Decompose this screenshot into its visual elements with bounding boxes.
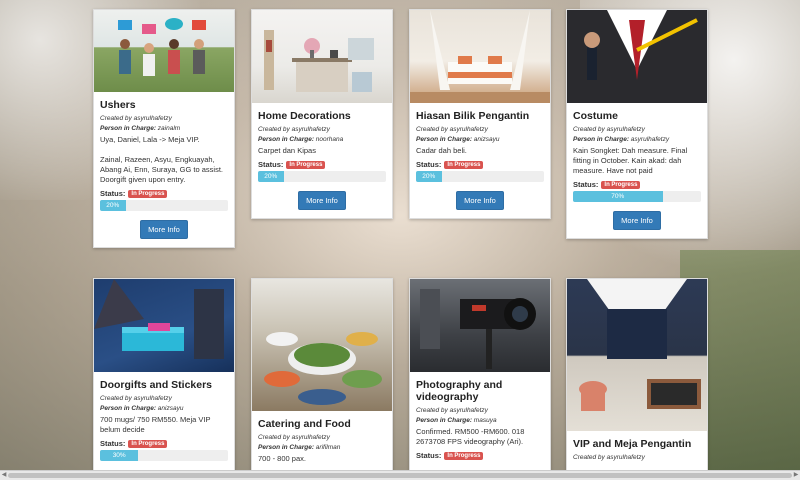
progress-fill: 20% [100, 200, 126, 211]
pic-value: zainalm [157, 125, 181, 132]
pic-label: Person in Charge: [258, 136, 314, 143]
scroll-left-arrow-icon[interactable]: ◀ [0, 471, 8, 480]
card-title: Photography and videography [416, 379, 503, 403]
status-label: Status: [416, 451, 442, 460]
status-badge: In Progress [444, 160, 484, 169]
card-image [94, 10, 234, 92]
pic-value: asyrulhafetzy [630, 136, 670, 143]
progress-fill: 30% [100, 450, 139, 461]
task-card-home-decorations: Home Decorations Created by asyrulhafetz… [251, 9, 393, 219]
task-card-costume: Costume Created by asyrulhafetzy Person … [566, 9, 708, 239]
progress-fill: 20% [258, 171, 284, 182]
card-title: VIP and Meja Pengantin [573, 438, 692, 450]
card-creator: Created by asyrulhafetzy [416, 407, 488, 414]
progress-bar: 70% [573, 191, 701, 202]
card-title: Home Decorations [258, 110, 351, 122]
card-creator: Created by asyrulhafetzy [573, 126, 645, 133]
card-description: Kain Songket: Dah measure. Final fitting… [573, 146, 688, 175]
card-title: Ushers [100, 99, 136, 111]
card-image [567, 279, 707, 431]
card-image [252, 279, 392, 411]
card-title: Catering and Food [258, 418, 351, 430]
pic-value: masuya [473, 417, 497, 424]
status-badge: In Progress [444, 451, 484, 460]
more-info-button[interactable]: More Info [140, 220, 188, 239]
status-badge: In Progress [128, 439, 168, 448]
task-card-vip-and-meja-pengantin: VIP and Meja Pengantin Created by asyrul… [566, 278, 708, 473]
card-creator: Created by asyrulhafetzy [416, 126, 488, 133]
status-label: Status: [416, 160, 442, 169]
status-label: Status: [100, 439, 126, 448]
card-description: Carpet dan Kipas [258, 146, 316, 155]
pic-label: Person in Charge: [100, 405, 156, 412]
status-label: Status: [573, 180, 599, 189]
card-description: Cadar dah beli. [416, 146, 467, 155]
status-badge: In Progress [128, 189, 168, 198]
card-description: 700 - 800 pax. [258, 454, 306, 463]
card-image [252, 10, 392, 103]
pic-label: Person in Charge: [573, 136, 629, 143]
card-description: Confirmed. RM500 -RM600. 018 2673708 FPS… [416, 427, 525, 446]
horizontal-scrollbar[interactable]: ◀ ▶ [0, 470, 800, 480]
pic-label: Person in Charge: [258, 444, 314, 451]
card-title: Hiasan Bilik Pengantin [416, 110, 530, 122]
card-description: Uya, Daniel, Lala -> Meja VIP. Zainal, R… [100, 135, 223, 184]
progress-fill: 20% [416, 171, 442, 182]
progress-bar: 20% [258, 171, 386, 182]
scrollbar-thumb[interactable] [8, 473, 792, 478]
card-title: Costume [573, 110, 618, 122]
status-label: Status: [100, 189, 126, 198]
pic-value: arifilman [315, 444, 341, 451]
card-description: 700 mugs/ 750 RM550. Meja VIP belum deci… [100, 415, 211, 434]
scroll-right-arrow-icon[interactable]: ▶ [792, 471, 800, 480]
card-title: Doorgifts and Stickers [100, 379, 213, 391]
task-card-photography-and-videography: Photography and videography Created by a… [409, 278, 551, 471]
card-image [94, 279, 234, 372]
pic-label: Person in Charge: [100, 125, 156, 132]
more-info-button[interactable]: More Info [613, 211, 661, 230]
progress-bar: 20% [416, 171, 544, 182]
task-card-doorgifts-and-stickers: Doorgifts and Stickers Created by asyrul… [93, 278, 235, 479]
pic-label: Person in Charge: [416, 417, 472, 424]
pic-value: anizsayu [157, 405, 184, 412]
card-creator: Created by asyrulhafetzy [100, 115, 172, 122]
more-info-button[interactable]: More Info [456, 191, 504, 210]
card-image [410, 10, 550, 103]
more-info-button[interactable]: More Info [298, 191, 346, 210]
card-image [410, 279, 550, 372]
status-badge: In Progress [286, 160, 326, 169]
status-label: Status: [258, 160, 284, 169]
status-badge: In Progress [601, 180, 641, 189]
card-creator: Created by asyrulhafetzy [573, 454, 645, 461]
card-creator: Created by asyrulhafetzy [258, 434, 330, 441]
card-creator: Created by asyrulhafetzy [258, 126, 330, 133]
pic-value: noorhana [315, 136, 344, 143]
progress-bar: 30% [100, 450, 228, 461]
task-card-hiasan-bilik-pengantin: Hiasan Bilik Pengantin Created by asyrul… [409, 9, 551, 219]
task-card-ushers: Ushers Created by asyrulhafetzy Person i… [93, 9, 235, 248]
task-card-catering-and-food: Catering and Food Created by asyrulhafet… [251, 278, 393, 477]
progress-bar: 20% [100, 200, 228, 211]
progress-fill: 70% [573, 191, 663, 202]
card-creator: Created by asyrulhafetzy [100, 395, 172, 402]
pic-value: anizsayu [473, 136, 500, 143]
pic-label: Person in Charge: [416, 136, 472, 143]
card-image [567, 10, 707, 103]
